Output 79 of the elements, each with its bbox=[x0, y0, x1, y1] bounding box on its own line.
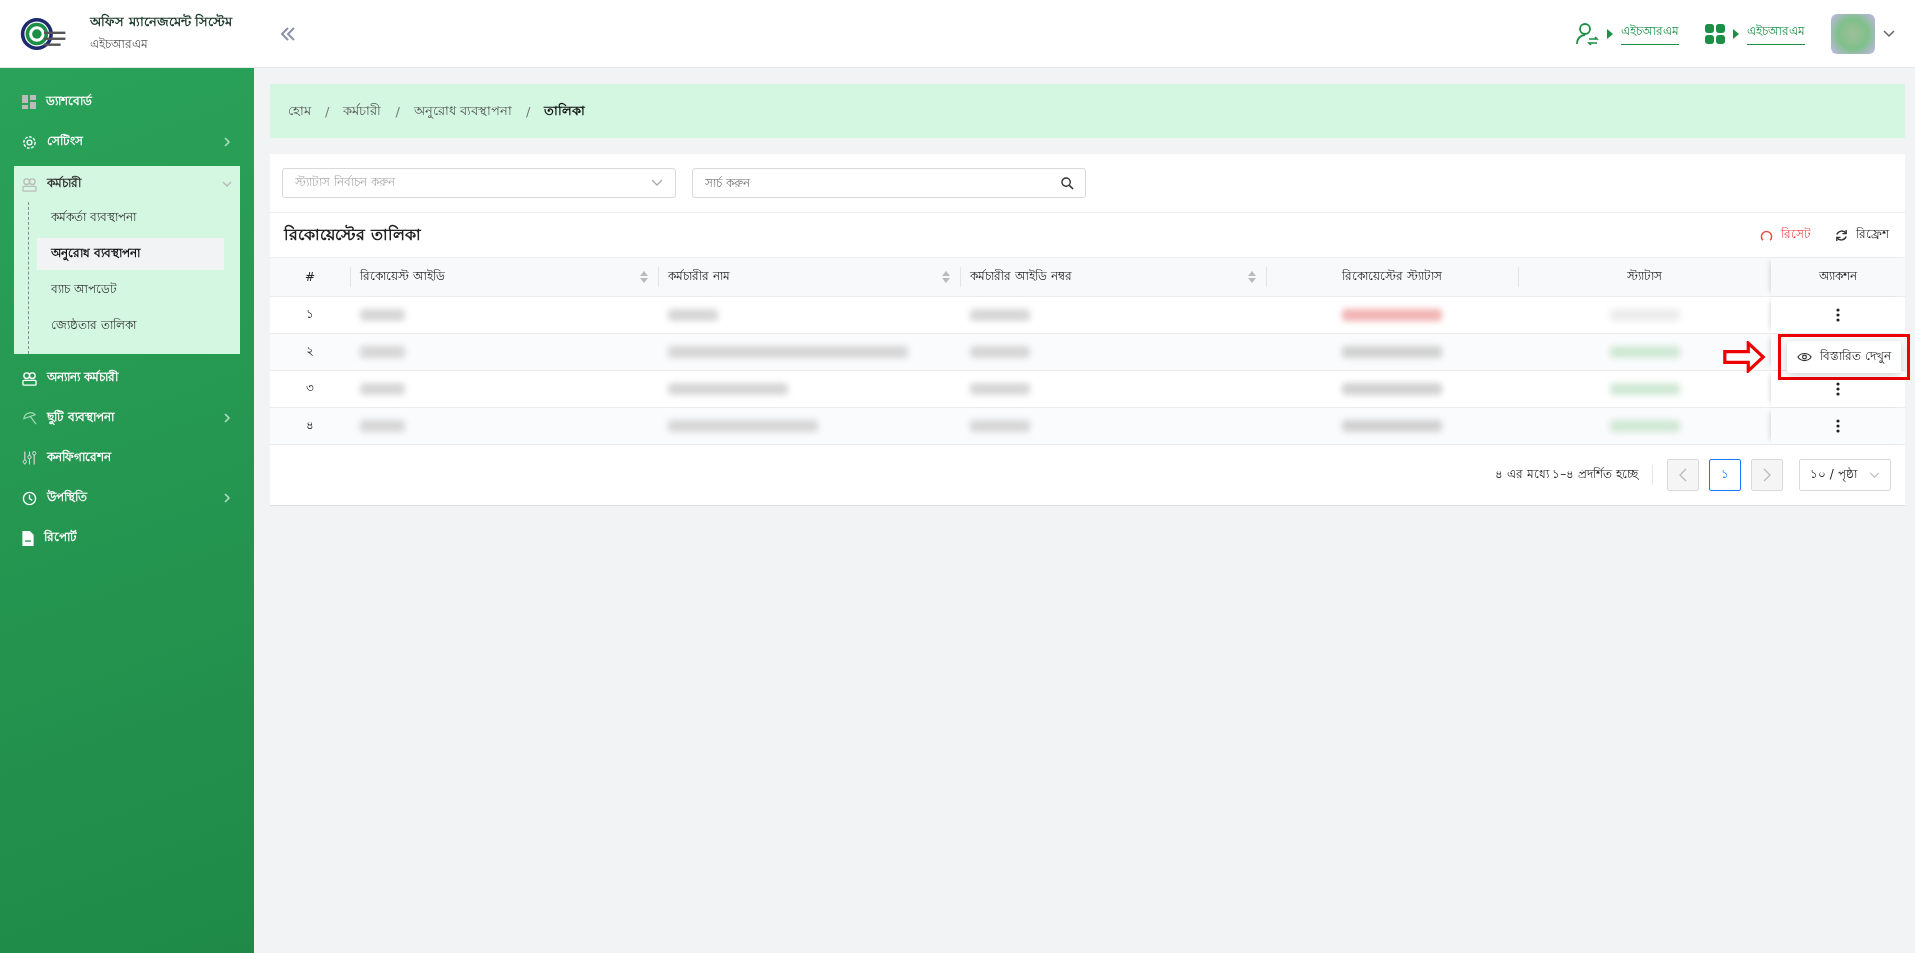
column-header: স্ট্যাটাস bbox=[1518, 258, 1771, 296]
breadcrumb-link[interactable]: কর্মচারী bbox=[343, 100, 382, 122]
column-header: রিকোয়েস্ট আইডি bbox=[350, 258, 658, 296]
clock-icon bbox=[22, 490, 37, 506]
submenu-item[interactable]: ব্যাচ আপডেট bbox=[37, 274, 224, 306]
breadcrumb-current[interactable]: তালিকা bbox=[544, 100, 586, 122]
redacted-text bbox=[970, 346, 1030, 358]
sidebar-item[interactable]: ছুটি ব্যবস্থাপনা bbox=[0, 398, 254, 438]
sidebar-item[interactable]: অন্যান্য কর্মচারী bbox=[0, 358, 254, 398]
row-number: ২ bbox=[306, 343, 314, 360]
reset-button[interactable]: রিসেট bbox=[1758, 223, 1813, 247]
menu-item[interactable]: বিস্তারিত দেখুন bbox=[1787, 341, 1901, 373]
chevron-down-icon bbox=[1869, 471, 1880, 479]
refresh-button[interactable]: রিফ্রেশ bbox=[1833, 223, 1891, 247]
column-header: কর্মচারীর নাম bbox=[658, 258, 960, 296]
reset-icon bbox=[1760, 228, 1773, 242]
page-size-select[interactable]: ১০ / পৃষ্ঠা bbox=[1799, 459, 1891, 491]
umbrella-icon bbox=[22, 410, 37, 426]
people-icon bbox=[22, 370, 37, 386]
chevron-down-icon[interactable] bbox=[1883, 29, 1895, 38]
redacted-text bbox=[970, 383, 1030, 395]
module-link[interactable]: এইচআরএম bbox=[1621, 22, 1679, 45]
pagination-summary: ৪ এর মধ্যে ১–৪ প্রদর্শিত হচ্ছে bbox=[1494, 465, 1653, 485]
more-vertical-icon[interactable] bbox=[1835, 382, 1840, 396]
row-number: ১ bbox=[306, 306, 314, 323]
redacted-text bbox=[970, 420, 1030, 432]
chevron-down-icon bbox=[651, 179, 663, 187]
more-vertical-icon[interactable] bbox=[1835, 419, 1840, 433]
dashboard-icon bbox=[22, 95, 36, 109]
column-header: অ্যাকশন bbox=[1771, 258, 1904, 296]
breadcrumb-separator: / bbox=[325, 103, 330, 119]
apps-grid-icon[interactable] bbox=[1705, 23, 1725, 44]
search-icon[interactable] bbox=[1061, 176, 1074, 190]
submenu-item[interactable]: কর্মকর্তা ব্যবস্থাপনা bbox=[37, 202, 224, 234]
breadcrumb-separator: / bbox=[395, 103, 400, 119]
document-icon bbox=[22, 530, 34, 546]
settings-icon bbox=[22, 134, 37, 150]
breadcrumb-link[interactable]: হোম bbox=[288, 100, 311, 122]
breadcrumb-link[interactable]: অনুরোধ ব্যবস্থাপনা bbox=[413, 100, 512, 122]
row-number: ৪ bbox=[306, 417, 314, 434]
chevron-right-icon bbox=[1763, 468, 1771, 482]
redacted-text bbox=[360, 383, 405, 395]
redacted-text bbox=[360, 420, 405, 432]
submenu-item[interactable]: অনুরোধ ব্যবস্থাপনা bbox=[37, 238, 224, 270]
refresh-icon bbox=[1835, 228, 1848, 242]
column-header: কর্মচারীর আইডি নম্বর bbox=[960, 258, 1266, 296]
redacted-text bbox=[360, 309, 405, 321]
chevron-down-icon bbox=[222, 179, 232, 189]
table-title: রিকোয়েস্টের তালিকা bbox=[284, 223, 421, 246]
redacted-text bbox=[668, 309, 718, 321]
chevron-right-icon bbox=[222, 137, 232, 147]
chevron-left-icon bbox=[1679, 468, 1687, 482]
more-vertical-icon[interactable] bbox=[1835, 308, 1840, 322]
chevron-right-icon bbox=[222, 413, 232, 423]
redacted-text bbox=[360, 346, 405, 358]
sidebar-item[interactable]: রিপোর্ট bbox=[0, 518, 254, 558]
sidebar-item[interactable]: উপস্থিতি bbox=[0, 478, 254, 518]
people-icon bbox=[22, 176, 37, 192]
column-header: # bbox=[303, 269, 317, 286]
app-title: অফিস ম্যানেজমেন্ট সিস্টেম bbox=[90, 12, 233, 31]
user-switch-icon[interactable] bbox=[1575, 21, 1599, 46]
caret-icon bbox=[1607, 28, 1613, 39]
caret-icon bbox=[1733, 28, 1739, 39]
sidebar-item[interactable]: কনফিগারেশন bbox=[0, 438, 254, 478]
module-link[interactable]: এইচআরএম bbox=[1747, 22, 1805, 45]
redacted-text bbox=[970, 309, 1030, 321]
search-field[interactable]: সার্চ করুন bbox=[692, 168, 1086, 198]
submenu-item[interactable]: জ্যেষ্ঠতার তালিকা bbox=[37, 310, 224, 342]
page-button[interactable]: ১ bbox=[1709, 459, 1741, 491]
column-header: রিকোয়েস্টের স্ট্যাটাস bbox=[1266, 258, 1518, 296]
avatar[interactable] bbox=[1831, 13, 1875, 54]
eye-icon bbox=[1797, 352, 1813, 362]
sidebar-item[interactable]: কর্মচারী bbox=[14, 166, 240, 202]
app-subtitle: এইচআরএম bbox=[90, 36, 149, 53]
chevron-right-icon bbox=[222, 493, 232, 503]
row-number: ৩ bbox=[306, 380, 314, 397]
collapse-icon[interactable] bbox=[280, 26, 297, 41]
sliders-icon bbox=[22, 450, 37, 466]
breadcrumb-separator: / bbox=[525, 103, 531, 119]
